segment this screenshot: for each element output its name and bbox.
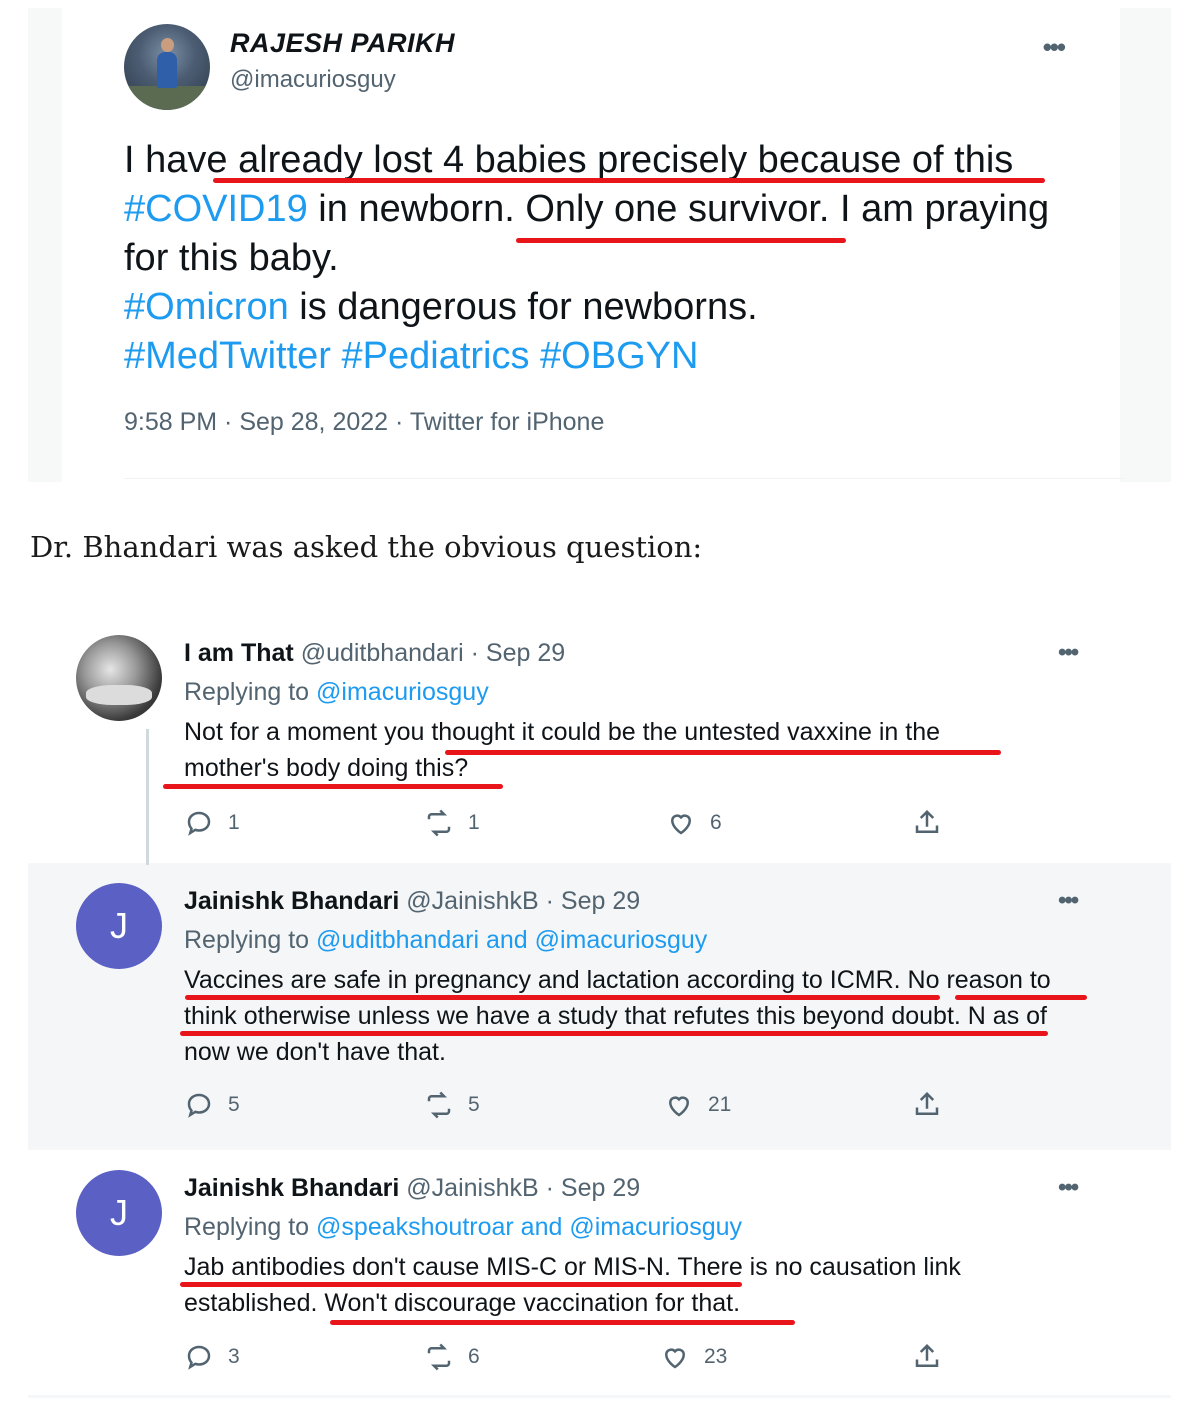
red-underline [180, 1282, 742, 1287]
reply-button[interactable]: 3 [184, 1342, 240, 1372]
hashtag-link[interactable]: #COVID19 [124, 188, 308, 230]
tweet-header: Jainishk Bhandari @JainishkB · Sep 29 [184, 887, 640, 916]
reply-icon [187, 811, 211, 836]
tweet-card-top-body: RAJESH PARIKH @imacuriosguy ••• I have a… [62, 8, 1124, 482]
share-button[interactable] [912, 1090, 942, 1120]
author-handle[interactable]: @imacuriosguy [230, 66, 396, 94]
red-underline [213, 178, 1045, 183]
red-underline [955, 995, 1087, 1000]
more-icon[interactable]: ••• [1058, 639, 1079, 667]
retweet-icon [427, 809, 451, 837]
like-button[interactable]: 23 [660, 1342, 727, 1372]
tweet-text-line: #Omicron is dangerous for newborns. [124, 286, 758, 328]
tweet-text-line: #COVID19 in newborn. Only one survivor. … [124, 188, 1050, 230]
mention-link[interactable]: @speakshoutroar and @imacuriosguy [316, 1213, 742, 1241]
thread-connector [146, 729, 149, 879]
tweet-actions: 5 5 21 [184, 1090, 954, 1130]
divider [124, 478, 1124, 479]
thread-tweet[interactable]: I am That @uditbhandari · Sep 29 ••• Rep… [28, 603, 1171, 879]
retweet-button[interactable]: 1 [424, 808, 480, 838]
hashtag-link[interactable]: #Omicron [124, 286, 289, 328]
reply-count: 5 [228, 1093, 240, 1116]
red-underline [185, 995, 940, 1000]
author-handle-date[interactable]: @JainishkB · Sep 29 [399, 1174, 640, 1202]
red-underline [516, 238, 846, 243]
share-button[interactable] [912, 808, 942, 838]
tweet-card-top: RAJESH PARIKH @imacuriosguy ••• I have a… [28, 8, 1171, 482]
share-icon [915, 809, 939, 833]
retweet-button[interactable]: 5 [424, 1090, 480, 1120]
heart-icon [664, 1348, 686, 1369]
like-button[interactable]: 21 [664, 1090, 731, 1120]
tweet-text: Vaccines are safe in pregnancy and lacta… [184, 966, 1051, 1066]
retweet-button[interactable]: 6 [424, 1342, 480, 1372]
author-avatar[interactable] [124, 24, 210, 110]
like-button[interactable]: 6 [666, 808, 722, 838]
mention-link[interactable]: @imacuriosguy [316, 678, 489, 706]
author-name[interactable]: I am That [184, 639, 294, 667]
more-icon[interactable]: ••• [1058, 887, 1079, 915]
more-icon[interactable]: ••• [1043, 32, 1066, 63]
share-icon [915, 1091, 939, 1115]
mention-link[interactable]: @uditbhandari and @imacuriosguy [316, 926, 707, 954]
tweet-actions: 1 1 6 [184, 808, 954, 848]
like-count: 23 [704, 1345, 728, 1368]
reply-button[interactable]: 5 [184, 1090, 240, 1120]
author-handle-date[interactable]: @JainishkB · Sep 29 [399, 887, 640, 915]
retweet-icon [427, 1091, 451, 1119]
reply-icon [187, 1093, 211, 1118]
tweet-header: I am That @uditbhandari · Sep 29 [184, 639, 565, 668]
replying-to: Replying to @speakshoutroar and @imacuri… [184, 1213, 742, 1241]
retweet-count: 6 [468, 1345, 480, 1368]
like-count: 21 [708, 1093, 732, 1116]
share-button[interactable] [912, 1342, 942, 1372]
avatar[interactable] [76, 635, 162, 721]
article-paragraph: Dr. Bhandari was asked the obvious quest… [30, 530, 703, 564]
heart-icon [670, 814, 692, 835]
red-underline [180, 1031, 1048, 1036]
author-name[interactable]: Jainishk Bhandari [184, 887, 399, 915]
share-icon [915, 1343, 939, 1367]
retweet-count: 5 [468, 1093, 480, 1116]
heart-icon [668, 1096, 690, 1117]
author-handle-date[interactable]: @uditbhandari · Sep 29 [294, 639, 565, 667]
replying-to: Replying to @uditbhandari and @imacurios… [184, 926, 708, 954]
thread-tweet[interactable]: J Jainishk Bhandari @JainishkB · Sep 29 … [28, 1150, 1171, 1395]
reply-count: 3 [228, 1345, 240, 1368]
red-underline [445, 750, 1001, 755]
tweet-header: Jainishk Bhandari @JainishkB · Sep 29 [184, 1174, 640, 1203]
tweet-actions: 3 6 23 [184, 1342, 954, 1382]
reply-count: 1 [228, 811, 240, 834]
retweet-count: 1 [468, 811, 480, 834]
tweet-meta[interactable]: 9:58 PM · Sep 28, 2022 · Twitter for iPh… [124, 408, 604, 437]
hashtag-links[interactable]: #MedTwitter #Pediatrics #OBGYN [124, 332, 1124, 381]
avatar[interactable]: J [76, 883, 162, 969]
more-icon[interactable]: ••• [1058, 1174, 1079, 1202]
author-name[interactable]: RAJESH PARIKH [230, 28, 455, 59]
red-underline [330, 1320, 795, 1325]
thread-tweet[interactable]: J Jainishk Bhandari @JainishkB · Sep 29 … [28, 865, 1171, 1147]
like-count: 6 [710, 811, 722, 834]
avatar[interactable]: J [76, 1170, 162, 1256]
red-underline [163, 784, 503, 789]
tweet-text: I have already lost 4 babies precisely b… [124, 136, 1124, 381]
retweet-icon [427, 1343, 451, 1371]
replying-to: Replying to @imacuriosguy [184, 678, 489, 706]
reply-button[interactable]: 1 [184, 808, 240, 838]
reply-icon [187, 1345, 211, 1370]
author-name[interactable]: Jainishk Bhandari [184, 1174, 399, 1202]
